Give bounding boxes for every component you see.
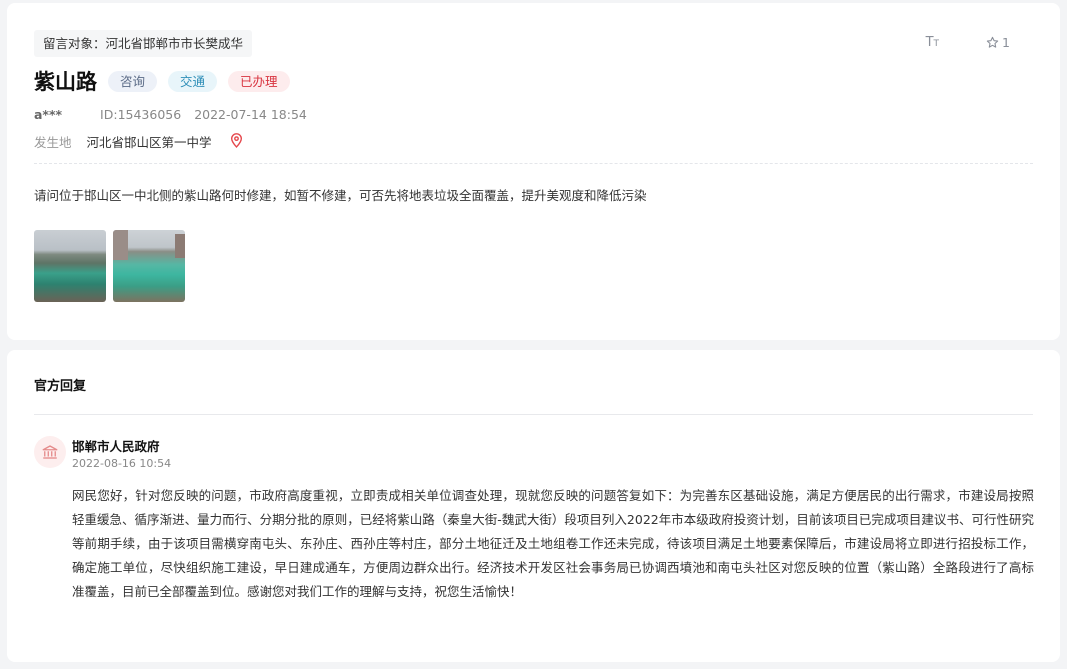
reply-text: 网民您好，针对您反映的问题，市政府高度重视，立即责成相关单位调查处理，现就您反映… [72,488,1034,599]
reply-section-title: 官方回复 [34,379,87,394]
message-image-1[interactable] [34,230,106,302]
message-image-2[interactable] [113,230,185,302]
place-row: 发生地 河北省邯山区第一中学 [34,132,243,151]
message-title: 紫山路 [34,70,97,94]
location-pin-icon[interactable] [230,132,243,151]
reply-card: 官方回复 邯郸市人民政府 2022-08-16 10:54 网民您好，针对您反映… [7,350,1060,662]
reply-org-name: 邯郸市人民政府 [72,439,160,454]
favorite-count: 1 [1002,35,1010,50]
favorite-button[interactable]: 1 [986,35,1010,50]
author-name: a*** [34,107,63,122]
message-meta: a*** ID:15436056 2022-07-14 18:54 [34,107,307,122]
message-divider [34,163,1033,164]
reply-datetime: 2022-08-16 10:54 [72,457,172,470]
message-images [34,230,192,302]
message-target: 留言对象：河北省邯郸市市长樊成华 [34,30,253,57]
reply-divider [34,414,1033,415]
tag-consult: 咨询 [108,70,158,92]
title-row: 紫山路 咨询 交通 已办理 [34,66,301,96]
message-card: 留言对象：河北省邯郸市市长樊成华 TT 1 紫山路 咨询 交通 已办理 a***… [7,3,1060,340]
status-badge: 已办理 [228,70,290,92]
message-tools: TT 1 [926,35,1010,50]
star-icon [986,36,999,48]
font-size-icon[interactable]: TT [926,35,939,50]
place-label: 发生地 [34,135,72,150]
message-content: 请问位于邯山区一中北侧的紫山路何时修建，如暂不修建，可否先将地表垃圾全面覆盖，提… [34,188,647,203]
message-id: ID:15436056 [100,107,182,122]
tag-traffic: 交通 [168,70,218,92]
place-value: 河北省邯山区第一中学 [86,135,212,150]
message-datetime: 2022-07-14 18:54 [194,107,307,122]
government-building-icon [34,436,66,468]
